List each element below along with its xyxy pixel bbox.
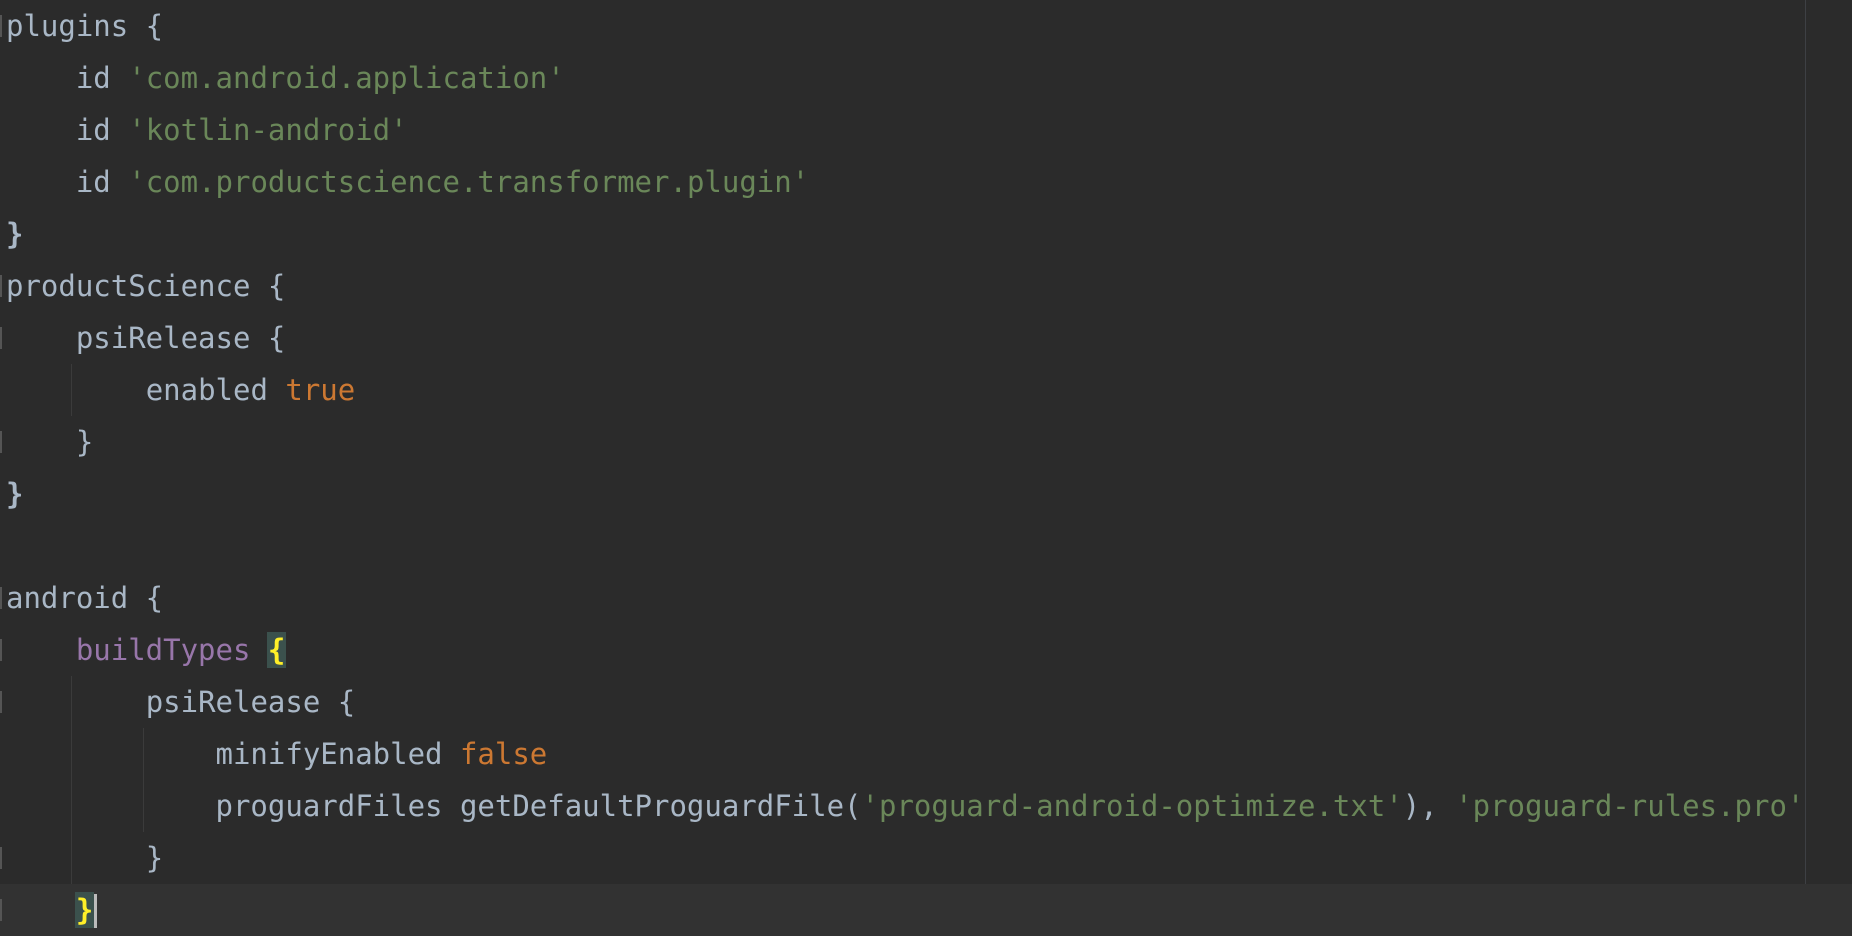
code-text: plugins { <box>6 9 164 43</box>
fold-marker[interactable] <box>0 587 2 609</box>
fold-marker[interactable] <box>0 847 2 869</box>
fold-marker[interactable] <box>0 431 2 453</box>
fold-marker[interactable] <box>0 15 2 37</box>
matched-closing-brace: } <box>74 892 95 928</box>
code-editor[interactable]: plugins { id 'com.android.application' i… <box>0 0 1852 936</box>
code-text: psiRelease { <box>75 321 286 355</box>
code-line[interactable]: psiRelease { <box>0 676 1852 728</box>
code-line[interactable]: android { <box>0 572 1852 624</box>
closing-brace: } <box>6 477 24 511</box>
code-text: android { <box>6 581 164 615</box>
matched-opening-brace: { <box>266 632 287 668</box>
fold-marker[interactable] <box>0 639 2 661</box>
code-area[interactable]: plugins { id 'com.android.application' i… <box>0 0 1852 936</box>
code-line[interactable]: } <box>0 208 1852 260</box>
plugin-id-string: 'kotlin-android' <box>128 113 408 147</box>
code-line[interactable]: } <box>0 832 1852 884</box>
fold-marker[interactable] <box>0 327 2 349</box>
proguard-file-string: 'proguard-android-optimize.txt' <box>861 789 1403 823</box>
text-caret <box>94 894 97 928</box>
closing-brace: } <box>145 841 164 875</box>
code-line[interactable]: minifyEnabled false <box>0 728 1852 780</box>
code-line[interactable]: } <box>0 468 1852 520</box>
code-line[interactable]: proguardFiles getDefaultProguardFile('pr… <box>0 780 1852 832</box>
closing-brace: } <box>75 425 94 459</box>
code-line[interactable]: } <box>0 416 1852 468</box>
boolean-value: false <box>459 737 548 771</box>
plugin-id-keyword: id <box>75 113 111 147</box>
code-line[interactable]: buildTypes { <box>0 624 1852 676</box>
proguard-call: proguardFiles getDefaultProguardFile( <box>215 789 862 823</box>
property-keyword: minifyEnabled <box>215 737 443 771</box>
closing-brace: } <box>6 217 24 251</box>
code-line[interactable] <box>0 520 1852 572</box>
code-line[interactable]: enabled true <box>0 364 1852 416</box>
code-line[interactable]: id 'kotlin-android' <box>0 104 1852 156</box>
plugin-id-keyword: id <box>75 165 111 199</box>
plugin-id-string: 'com.android.application' <box>128 61 565 95</box>
code-line[interactable]: id 'com.android.application' <box>0 52 1852 104</box>
build-types-identifier: buildTypes <box>75 633 251 667</box>
plugin-id-string: 'com.productscience.transformer.plugin' <box>128 165 810 199</box>
property-keyword: enabled <box>145 373 268 407</box>
proguard-rules-string: 'proguard-rules.pro' <box>1455 789 1805 823</box>
code-text: productScience { <box>6 269 286 303</box>
plugin-id-keyword: id <box>75 61 111 95</box>
code-line[interactable]: id 'com.productscience.transformer.plugi… <box>0 156 1852 208</box>
argument-separator: ), <box>1402 789 1456 823</box>
code-line[interactable]: plugins { <box>0 0 1852 52</box>
current-code-line[interactable]: } <box>0 884 1852 936</box>
code-text: psiRelease { <box>145 685 356 719</box>
boolean-value: true <box>285 373 356 407</box>
fold-marker[interactable] <box>0 691 2 713</box>
code-line[interactable]: psiRelease { <box>0 312 1852 364</box>
code-line[interactable]: productScience { <box>0 260 1852 312</box>
fold-marker[interactable] <box>0 275 2 297</box>
fold-marker[interactable] <box>0 899 2 921</box>
